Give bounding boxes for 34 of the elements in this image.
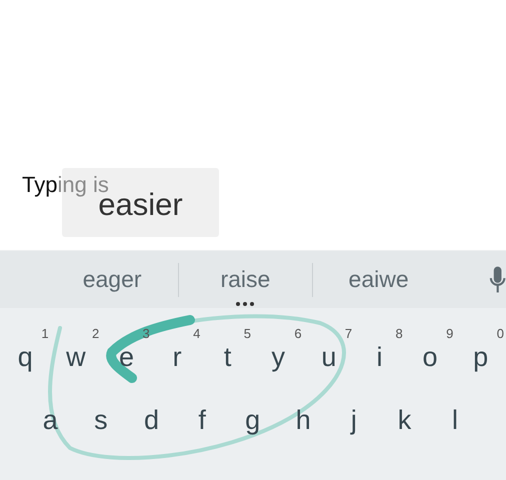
key-hint: 8 [396, 326, 403, 341]
key-hint: 7 [344, 326, 352, 341]
suggestion[interactable]: eaiwe [348, 266, 409, 293]
key[interactable]: d [126, 389, 177, 452]
more-icon [235, 302, 256, 306]
key-hint: 0 [496, 326, 504, 341]
key[interactable]: r 4 [152, 326, 202, 389]
key[interactable]: k [379, 389, 430, 452]
key[interactable]: j [328, 389, 380, 452]
typed-text: Typ [22, 172, 58, 197]
key-hint: 9 [446, 326, 454, 341]
key[interactable]: s [76, 389, 126, 452]
key[interactable]: q 1 [0, 326, 51, 389]
key[interactable]: o 9 [404, 326, 456, 389]
key[interactable]: a [25, 389, 76, 452]
key-hint: 2 [92, 326, 100, 341]
suggestion[interactable]: eager [82, 266, 142, 293]
key-hint: 4 [193, 326, 200, 341]
key-hint: 5 [244, 326, 251, 341]
key-hint: 1 [41, 326, 49, 341]
key[interactable]: w 2 [50, 326, 102, 389]
key[interactable]: f [176, 389, 228, 452]
key[interactable]: y 6 [252, 326, 304, 389]
key[interactable]: l [430, 389, 480, 452]
key-hint: 6 [294, 326, 302, 341]
microphone-icon[interactable] [488, 266, 506, 294]
key[interactable]: u 7 [304, 326, 354, 389]
suggestion[interactable]: raise [220, 266, 270, 293]
key[interactable]: g [227, 389, 278, 452]
composing-text: ing is [57, 172, 109, 197]
key[interactable]: t 5 [202, 326, 253, 389]
key[interactable]: p 0 [455, 326, 506, 389]
key[interactable]: i 8 [354, 326, 405, 389]
key[interactable]: h [278, 389, 329, 452]
